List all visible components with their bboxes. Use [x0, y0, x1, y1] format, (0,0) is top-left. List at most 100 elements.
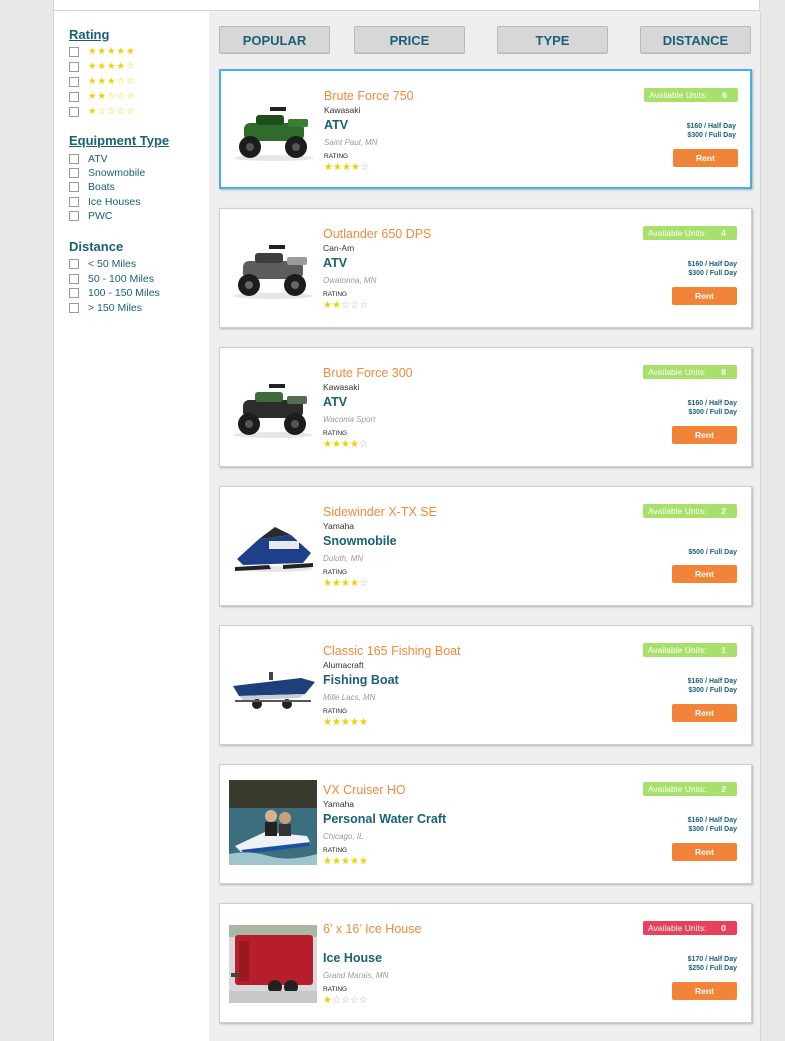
checkbox[interactable]	[69, 274, 79, 284]
rating-filter-5[interactable]: ★★★★★	[69, 45, 136, 59]
distance-filter-lt50[interactable]: < 50 Miles	[69, 257, 136, 271]
checkbox[interactable]	[69, 288, 79, 298]
rent-button[interactable]: Rent	[672, 843, 737, 861]
rating-stars: ★ ★ ★ ★ ★	[323, 857, 368, 867]
listing-brand: Yamaha	[323, 521, 355, 531]
price-full-day: $300 / Full Day	[687, 132, 736, 139]
rating-filter-2[interactable]: ★★☆☆☆	[69, 90, 136, 104]
atv-green-icon[interactable]	[230, 97, 318, 163]
star-filled-icon: ★	[341, 856, 350, 867]
checkbox[interactable]	[69, 182, 79, 192]
equipment-filter-atv[interactable]: ATV	[69, 152, 108, 166]
available-units-badge: Available Units: 2	[643, 782, 737, 796]
listing-card[interactable]: Sidewinder X-TX SE Yamaha Snowmobile Duluth…	[219, 486, 752, 606]
star-filled-icon: ★	[350, 439, 359, 450]
star-filled-icon: ★	[323, 578, 332, 589]
distance-filter-gt150[interactable]: > 150 Miles	[69, 301, 142, 315]
available-units-badge: Available Units: 8	[643, 365, 737, 379]
checkbox[interactable]	[69, 107, 79, 117]
rent-button[interactable]: Rent	[672, 704, 737, 722]
equipment-filter-boats[interactable]: Boats	[69, 180, 115, 194]
checkbox[interactable]	[69, 259, 79, 269]
sort-price-button[interactable]: PRICE	[354, 26, 465, 54]
listing-name[interactable]: VX Cruiser HO	[323, 783, 406, 797]
rent-button[interactable]: Rent	[672, 565, 737, 583]
atv-gray-icon[interactable]	[229, 235, 317, 301]
star-empty-icon: ☆	[341, 995, 350, 1006]
listing-name[interactable]: 6’ x 16’ Ice House	[323, 922, 421, 936]
listing-name[interactable]: Brute Force 300	[323, 366, 413, 380]
rating-label: RATING	[323, 569, 348, 576]
equipment-filter-ice-houses[interactable]: Ice Houses	[69, 195, 141, 209]
rating-filter-1[interactable]: ★☆☆☆☆	[69, 105, 136, 119]
available-units-count: 8	[721, 367, 726, 377]
rating-stars: ★ ★ ★ ★ ☆	[324, 163, 369, 173]
price-full-day: $300 / Full Day	[688, 826, 737, 833]
star-empty-icon: ☆	[350, 300, 359, 311]
rent-button[interactable]: Rent	[672, 287, 737, 305]
distance-filter-100-150[interactable]: 100 - 150 Miles	[69, 286, 160, 300]
listing-name[interactable]: Outlander 650 DPS	[323, 227, 431, 241]
listing-name[interactable]: Classic 165 Fishing Boat	[323, 644, 461, 658]
listing-card[interactable]: Classic 165 Fishing Boat Alumacraft Fishin…	[219, 625, 752, 745]
available-units-count: 4	[721, 228, 726, 238]
listing-card[interactable]: Brute Force 750 Kawasaki ATV Saint Paul, MN…	[219, 69, 752, 189]
rent-button[interactable]: Rent	[672, 426, 737, 444]
listing-location: Waconia Sport	[323, 415, 376, 424]
listing-location: Grand Marais, MN	[323, 971, 389, 980]
available-units-count: 1	[721, 645, 726, 655]
rent-button[interactable]: Rent	[672, 982, 737, 1000]
star-empty-icon: ☆	[332, 995, 341, 1006]
listing-brand: Kawasaki	[323, 382, 360, 392]
checkbox[interactable]	[69, 154, 79, 164]
equipment-filter-title[interactable]: Equipment Type	[69, 133, 169, 148]
available-units-label: Available Units:	[648, 367, 707, 377]
listing-card[interactable]: Brute Force 300 Kawasaki ATV Waconia Sport R…	[219, 347, 752, 467]
rating-filter-4[interactable]: ★★★★☆	[69, 60, 136, 74]
equipment-filter-snowmobile[interactable]: Snowmobile	[69, 166, 145, 180]
rating-filter-3[interactable]: ★★★☆☆	[69, 75, 136, 89]
checkbox[interactable]	[69, 47, 79, 57]
checkbox[interactable]	[69, 62, 79, 72]
snowmobile-icon[interactable]	[229, 513, 317, 579]
ice-house-icon[interactable]	[229, 925, 317, 1003]
available-units-badge: Available Units: 6	[644, 88, 738, 102]
available-units-label: Available Units:	[648, 923, 707, 933]
filter-label: Snowmobile	[88, 167, 146, 179]
sort-type-button[interactable]: TYPE	[497, 26, 608, 54]
checkbox[interactable]	[69, 92, 79, 102]
listing-type: Fishing Boat	[323, 673, 399, 687]
rent-button[interactable]: Rent	[673, 149, 738, 167]
checkbox[interactable]	[69, 197, 79, 207]
rating-stars: ★ ★ ★ ★ ☆	[323, 440, 368, 450]
filter-label: ATV	[88, 153, 108, 165]
checkbox[interactable]	[69, 168, 79, 178]
listing-card[interactable]: VX Cruiser HO Yamaha Personal Water Craft C…	[219, 764, 752, 884]
star-filled-icon: ★	[359, 717, 368, 728]
star-filled-icon: ★	[332, 856, 341, 867]
filter-label: < 50 Miles	[88, 258, 137, 270]
listing-type: ATV	[324, 118, 349, 132]
listing-name[interactable]: Sidewinder X-TX SE	[323, 505, 437, 519]
sort-distance-button[interactable]: DISTANCE	[640, 26, 751, 54]
star-filled-icon: ★	[332, 578, 341, 589]
star-filled-icon: ★	[341, 578, 350, 589]
rating-filter-title[interactable]: Rating	[69, 27, 109, 42]
listing-location: Duluth, MN	[323, 554, 364, 563]
checkbox[interactable]	[69, 303, 79, 313]
checkbox[interactable]	[69, 211, 79, 221]
sort-popular-button[interactable]: POPULAR	[219, 26, 330, 54]
listing-name[interactable]: Brute Force 750	[324, 89, 414, 103]
star-filled-icon: ★	[350, 856, 359, 867]
listing-brand: Yamaha	[323, 799, 355, 809]
listing-card[interactable]: 6’ x 16’ Ice House Ice House Grand Marais,…	[219, 903, 752, 1023]
atv-dark-icon[interactable]	[229, 374, 317, 440]
listing-type: Snowmobile	[323, 534, 397, 548]
jetski-icon[interactable]	[229, 780, 317, 865]
distance-filter-50-100[interactable]: 50 - 100 Miles	[69, 272, 154, 286]
star-filled-icon: ★	[323, 717, 332, 728]
boat-icon[interactable]	[229, 652, 317, 718]
equipment-filter-pwc[interactable]: PWC	[69, 209, 113, 223]
listing-card[interactable]: Outlander 650 DPS Can-Am ATV Owatonna, MN RA…	[219, 208, 752, 328]
checkbox[interactable]	[69, 77, 79, 87]
